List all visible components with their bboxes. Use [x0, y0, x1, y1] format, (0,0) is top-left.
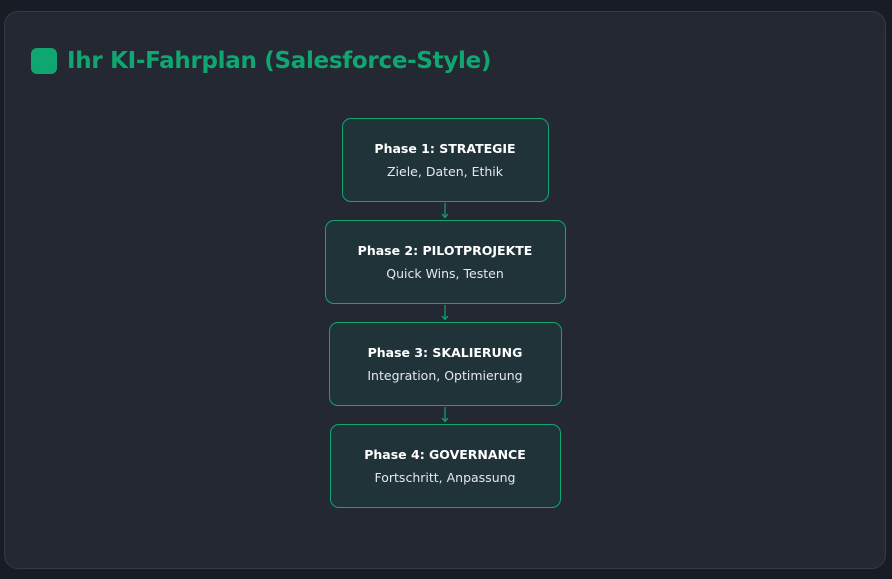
- roadmap-card: Ihr KI-Fahrplan (Salesforce-Style) Phase…: [4, 11, 886, 569]
- phase-1-node: Phase 1: STRATEGIE Ziele, Daten, Ethik: [341, 118, 549, 202]
- page-title: Ihr KI-Fahrplan (Salesforce-Style): [67, 48, 492, 74]
- green-square-icon: [31, 48, 57, 74]
- phase-1-title: Phase 1: STRATEGIE: [374, 140, 516, 156]
- arrow-down-icon: [441, 305, 449, 321]
- page-header: Ihr KI-Fahrplan (Salesforce-Style): [31, 47, 491, 75]
- phase-4-title: Phase 4: GOVERNANCE: [364, 446, 526, 462]
- phase-4-node: Phase 4: GOVERNANCE Fortschritt, Anpassu…: [329, 424, 561, 508]
- phase-flow: Phase 1: STRATEGIE Ziele, Daten, Ethik P…: [5, 118, 885, 508]
- phase-3-node: Phase 3: SKALIERUNG Integration, Optimie…: [328, 322, 562, 406]
- phase-2-node: Phase 2: PILOTPROJEKTE Quick Wins, Teste…: [324, 220, 566, 304]
- phase-3-description: Integration, Optimierung: [367, 367, 523, 383]
- phase-2-title: Phase 2: PILOTPROJEKTE: [357, 242, 533, 258]
- arrow-down-icon: [441, 407, 449, 423]
- phase-2-description: Quick Wins, Testen: [386, 265, 504, 281]
- phase-3-title: Phase 3: SKALIERUNG: [367, 344, 523, 360]
- phase-4-description: Fortschritt, Anpassung: [374, 469, 516, 485]
- phase-1-description: Ziele, Daten, Ethik: [386, 163, 503, 179]
- arrow-down-icon: [441, 203, 449, 219]
